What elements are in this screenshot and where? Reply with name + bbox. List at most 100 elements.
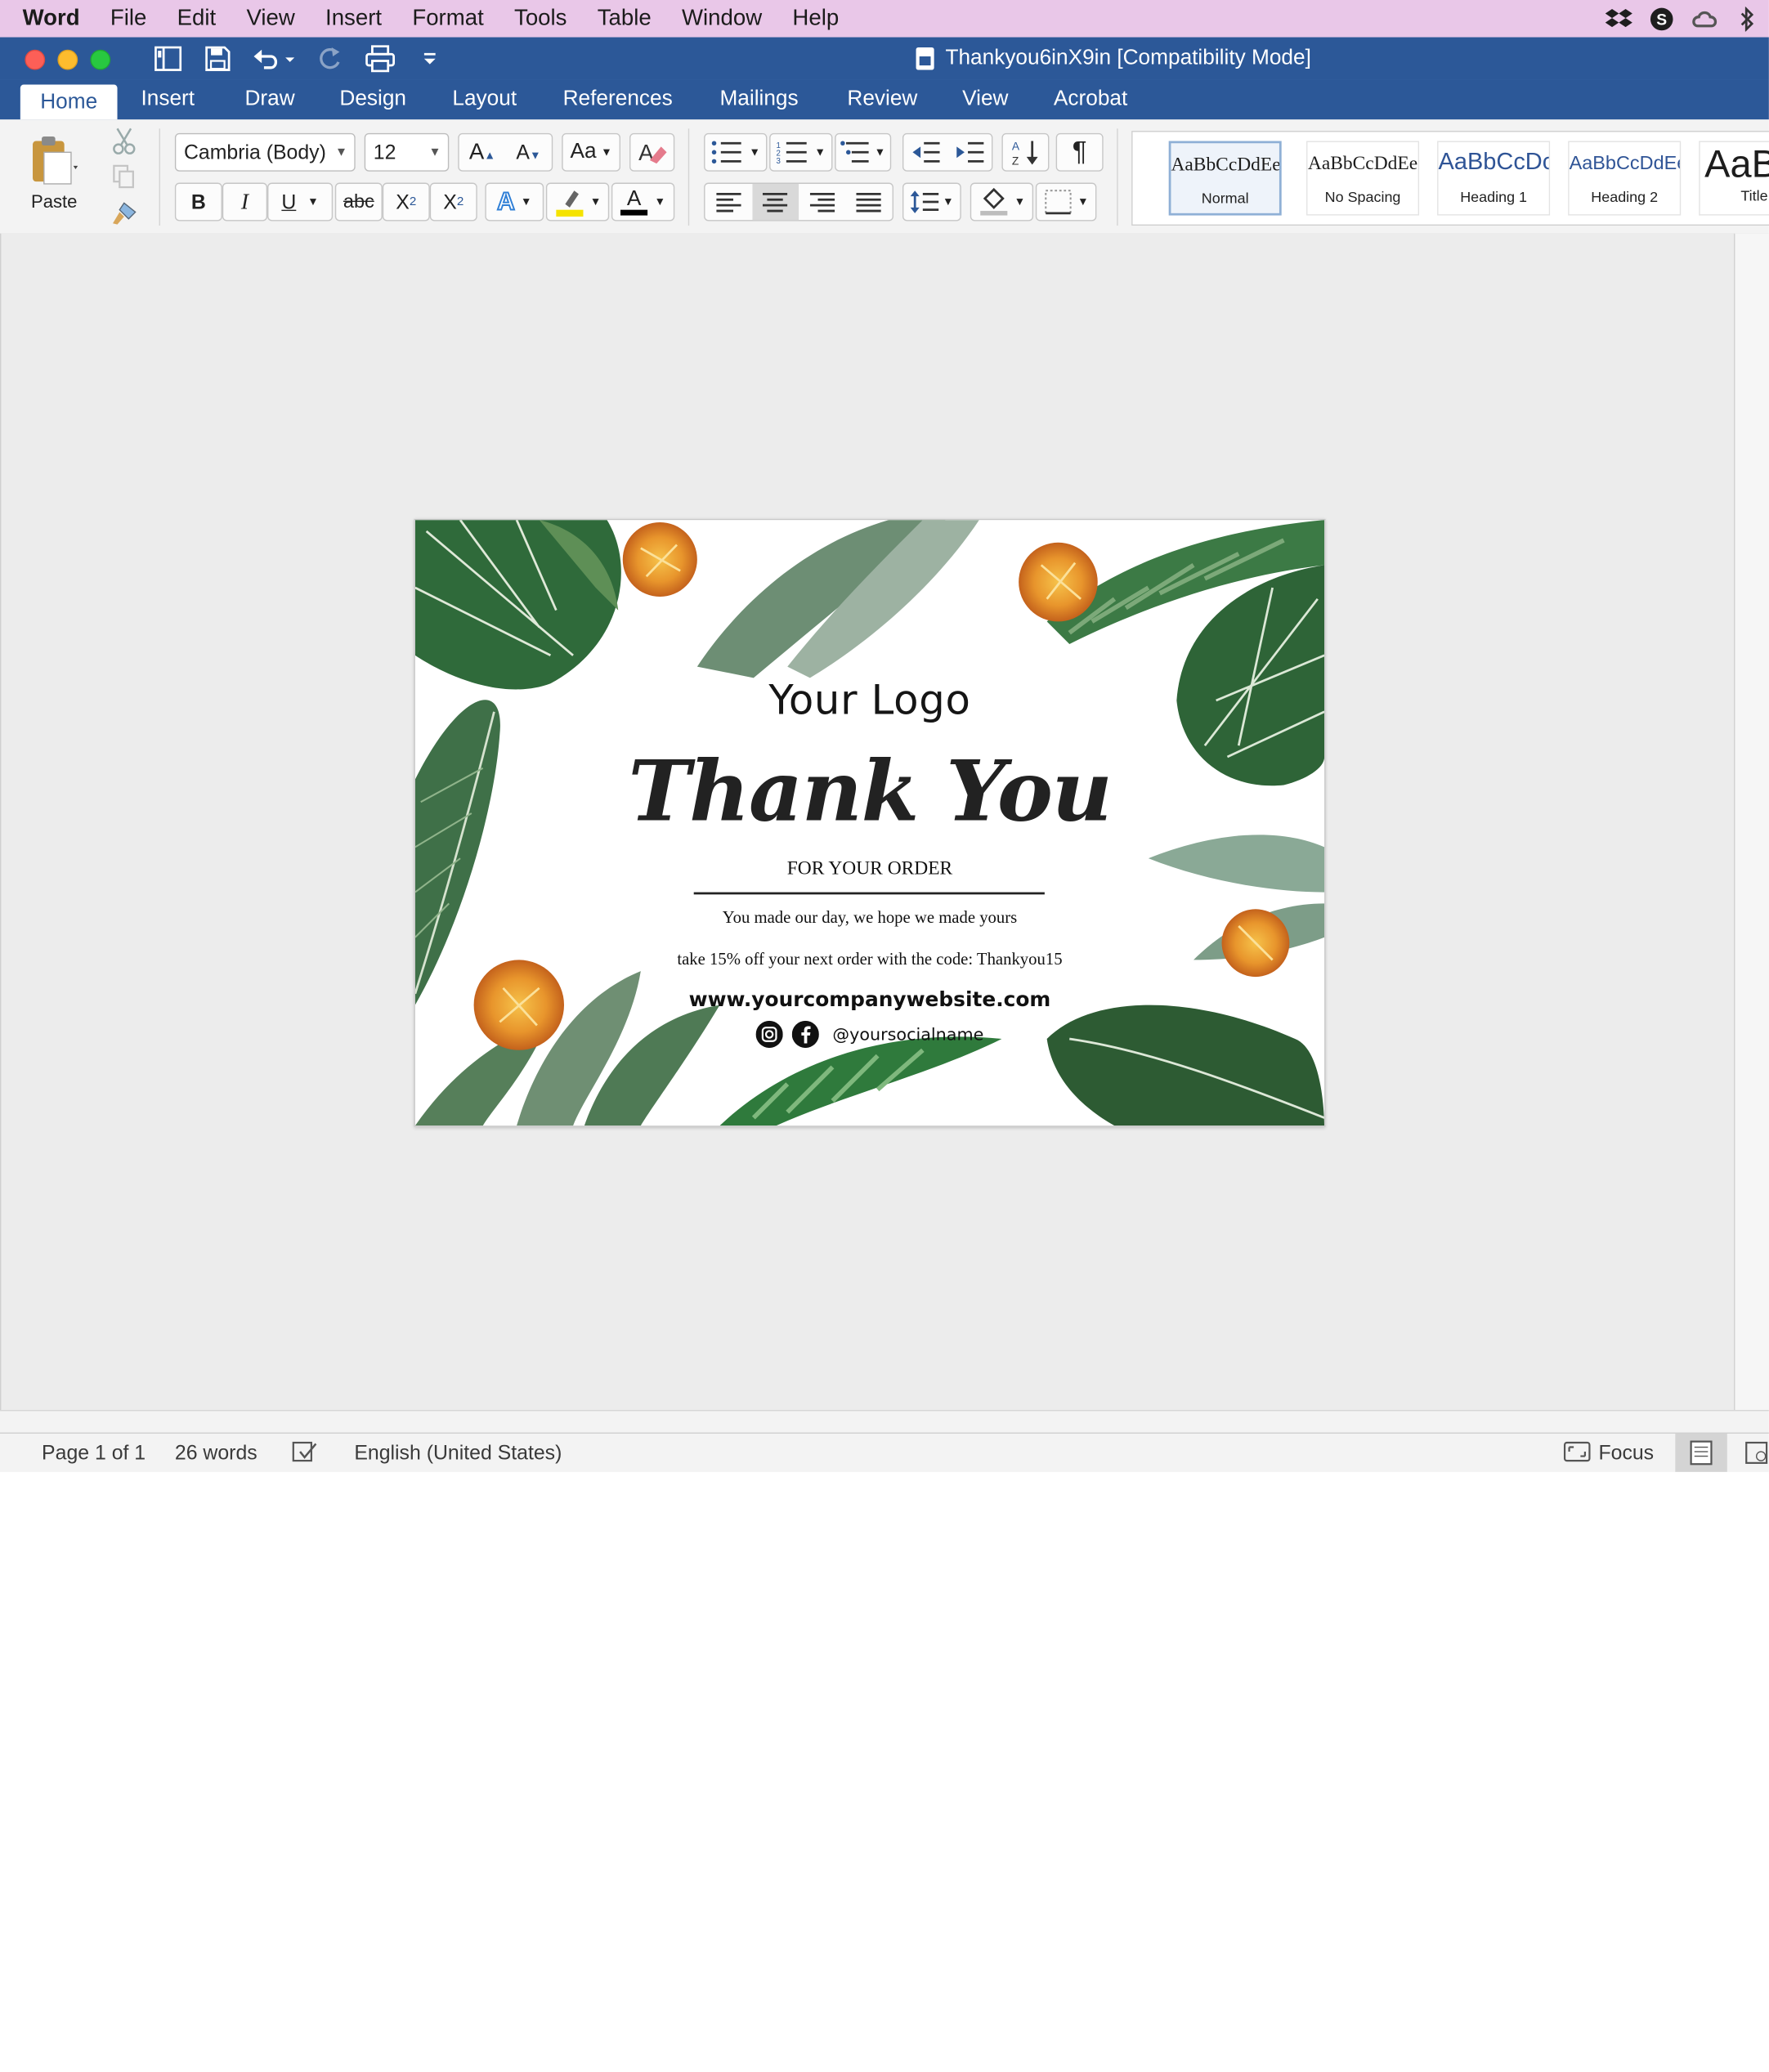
vertical-scrollbar[interactable] — [1734, 233, 1769, 1410]
dropbox-icon[interactable] — [1604, 7, 1633, 31]
font-size-dropdown[interactable]: 12 ▼ — [364, 132, 450, 172]
bluetooth-icon[interactable] — [1733, 6, 1762, 31]
focus-mode-icon[interactable] — [1563, 1440, 1591, 1469]
change-case-button[interactable]: Aa ▼ — [562, 132, 620, 172]
paste-button[interactable]: Paste — [16, 127, 92, 222]
bullets-button[interactable]: ▼ — [704, 132, 768, 172]
menu-app-word[interactable]: Word — [23, 6, 80, 32]
cut-icon[interactable] — [108, 127, 140, 156]
superscript-button[interactable]: X2 — [429, 182, 477, 222]
grow-font-button[interactable]: A▲ — [459, 139, 506, 165]
font-size-group: A▲ A▼ — [458, 132, 553, 172]
style-heading-1[interactable]: AaBbCcDc Heading 1 — [1437, 141, 1551, 216]
borders-icon — [1045, 190, 1072, 215]
style-title[interactable]: AaB Title — [1699, 141, 1769, 216]
focus-button[interactable]: Focus — [1598, 1442, 1654, 1466]
eraser-icon: A — [638, 140, 667, 165]
justify-icon[interactable] — [845, 192, 892, 213]
clipboard-icon — [33, 136, 78, 185]
page-count[interactable]: Page 1 of 1 — [42, 1442, 146, 1466]
redo-icon[interactable] — [315, 44, 347, 74]
borders-button[interactable]: ▼ — [1035, 182, 1097, 222]
mac-menubar: Word File Edit View Insert Format Tools … — [0, 0, 1769, 38]
traffic-lights — [25, 49, 111, 70]
multilevel-list-button[interactable]: ▼ — [835, 132, 892, 172]
show-formatting-button[interactable]: ¶ — [1055, 132, 1104, 172]
line-spacing-button[interactable]: ▼ — [902, 182, 961, 222]
menu-help[interactable]: Help — [792, 6, 839, 32]
print-icon[interactable] — [365, 44, 396, 74]
align-center-icon[interactable] — [751, 183, 799, 221]
tab-home[interactable]: Home — [20, 84, 118, 120]
bold-button[interactable]: B — [174, 182, 222, 222]
increase-indent-icon[interactable] — [947, 141, 992, 164]
tab-layout[interactable]: Layout — [452, 87, 517, 111]
customize-toolbar-icon[interactable] — [414, 44, 446, 74]
strikethrough-button[interactable]: abc — [334, 182, 383, 222]
document-page[interactable]: Your Logo Thank You FOR YOUR ORDER You m… — [414, 518, 1326, 1127]
menu-table[interactable]: Table — [598, 6, 652, 32]
sort-button[interactable]: AZ — [1001, 132, 1050, 172]
shading-button[interactable]: ▼ — [970, 182, 1034, 222]
tab-design[interactable]: Design — [339, 87, 406, 111]
tab-draw[interactable]: Draw — [244, 87, 294, 111]
menu-format[interactable]: Format — [412, 6, 483, 32]
undo-icon[interactable] — [252, 44, 297, 74]
zoom-window-button[interactable] — [90, 49, 111, 70]
menu-window[interactable]: Window — [682, 6, 762, 32]
text-effects-button[interactable]: A ▼ — [485, 182, 544, 222]
horizontal-scrollbar[interactable] — [0, 1410, 1769, 1434]
window-title-text: Thankyou6inX9in [Compatibility Mode] — [945, 46, 1311, 70]
font-name-dropdown[interactable]: Cambria (Body) ▼ — [174, 132, 356, 172]
align-right-icon[interactable] — [799, 192, 845, 213]
minimize-window-button[interactable] — [57, 49, 78, 70]
styles-gallery: AaBbCcDdEe Normal AaBbCcDdEe No Spacing … — [1131, 131, 1769, 226]
creative-cloud-icon[interactable] — [1690, 7, 1719, 31]
underline-button[interactable]: U ▼ — [267, 182, 334, 222]
font-name-value: Cambria (Body) — [183, 141, 326, 164]
save-icon[interactable] — [202, 44, 234, 74]
order-subheading: FOR YOUR ORDER — [786, 857, 953, 879]
language-indicator[interactable]: English (United States) — [354, 1442, 562, 1466]
menu-edit[interactable]: Edit — [177, 6, 217, 32]
thank-you-headline: Thank You — [628, 743, 1113, 841]
proofing-icon[interactable] — [291, 1440, 318, 1470]
copy-icon[interactable] — [108, 163, 140, 192]
svg-text:3: 3 — [777, 157, 781, 164]
print-layout-view-icon[interactable] — [1675, 1433, 1727, 1472]
align-left-icon[interactable] — [705, 192, 752, 213]
paint-bucket-icon — [980, 187, 1008, 216]
paste-label: Paste — [30, 192, 78, 213]
decrease-indent-icon[interactable] — [903, 141, 947, 164]
close-window-button[interactable] — [25, 49, 46, 70]
line-spacing-icon — [910, 190, 938, 213]
highlight-color-button[interactable]: ▼ — [545, 182, 610, 222]
skype-icon[interactable]: S — [1647, 7, 1677, 31]
web-layout-view-icon[interactable] — [1745, 1440, 1768, 1470]
shrink-font-button[interactable]: A▼ — [505, 141, 552, 164]
tab-mailings[interactable]: Mailings — [719, 87, 798, 111]
tab-review[interactable]: Review — [847, 87, 917, 111]
numbering-button[interactable]: 123 ▼ — [769, 132, 833, 172]
menu-insert[interactable]: Insert — [325, 6, 382, 32]
chevron-down-icon: ▼ — [428, 145, 441, 159]
tab-view[interactable]: View — [962, 87, 1008, 111]
tab-acrobat[interactable]: Acrobat — [1054, 87, 1127, 111]
format-painter-icon[interactable] — [108, 199, 140, 228]
style-heading-2[interactable]: AaBbCcDdEe Heading 2 — [1568, 141, 1682, 216]
style-normal[interactable]: AaBbCcDdEe Normal — [1168, 141, 1282, 216]
menu-file[interactable]: File — [110, 6, 146, 32]
menu-tools[interactable]: Tools — [514, 6, 567, 32]
sidebar-toggle-icon[interactable] — [152, 44, 184, 74]
menu-view[interactable]: View — [246, 6, 294, 32]
word-count[interactable]: 26 words — [175, 1442, 258, 1466]
tab-insert[interactable]: Insert — [141, 87, 195, 111]
website-url: www.yourcompanywebsite.com — [688, 987, 1051, 1012]
font-color-button[interactable]: A ▼ — [611, 182, 675, 222]
style-no-spacing[interactable]: AaBbCcDdEe No Spacing — [1306, 141, 1420, 216]
italic-button[interactable]: I — [222, 182, 268, 222]
subscript-button[interactable]: X2 — [382, 182, 430, 222]
tab-references[interactable]: References — [563, 87, 673, 111]
clear-formatting-button[interactable]: A — [629, 132, 675, 172]
sort-az-icon: AZ — [1012, 141, 1038, 167]
